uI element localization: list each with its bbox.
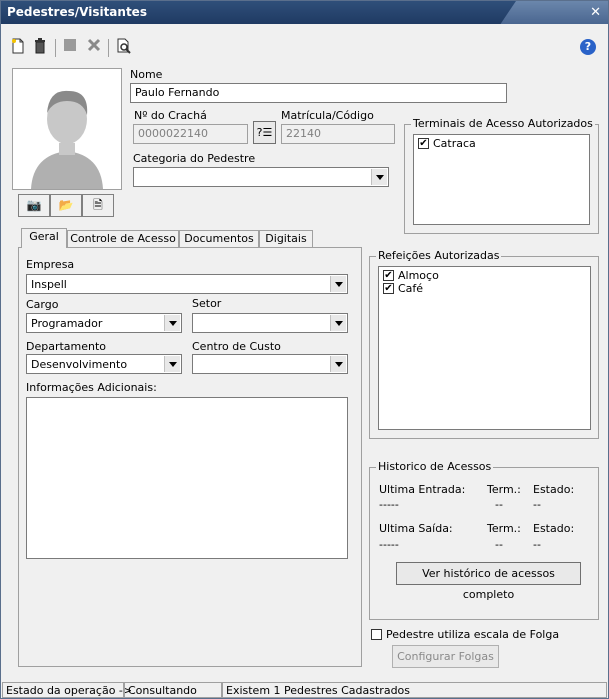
refeicoes-label: Refeições Autorizadas [376, 249, 502, 262]
historico-label: Historico de Acessos [376, 460, 494, 473]
departamento-select[interactable]: Desenvolvimento [26, 354, 182, 374]
status-count: Existem 1 Pedestres Cadastrados [222, 682, 607, 698]
cracha-label: Nº do Crachá [134, 109, 207, 122]
tab-digitais[interactable]: Digitais [259, 230, 313, 247]
centro-custo-select[interactable] [192, 354, 348, 374]
delete-icon[interactable] [31, 38, 49, 56]
chevron-down-icon [371, 169, 387, 185]
status-estado-value: Consultando [124, 682, 222, 698]
nome-label: Nome [130, 68, 163, 81]
title-bar: Pedestres/Visitantes ✕ [1, 1, 608, 24]
cancel-icon[interactable] [85, 38, 103, 56]
help-icon[interactable]: ? [580, 39, 596, 55]
pedestres-window: Pedestres/Visitantes ✕ ? 📷 📂 🗎 Nome Paul… [0, 0, 609, 699]
entrada-estado-label: Estado: [533, 483, 575, 496]
entrada-label: Ultima Entrada: [379, 483, 466, 496]
folga-checkbox-row[interactable]: Pedestre utiliza escala de Folga [371, 628, 559, 641]
chevron-down-icon [330, 276, 346, 292]
info-label: Informações Adicionais: [26, 381, 157, 394]
saida-term-label: Term.: [487, 522, 521, 535]
empresa-label: Empresa [26, 258, 75, 271]
tab-panel-geral: Empresa Inspell Cargo Programador Setor … [18, 247, 362, 667]
toolbar: ? [1, 25, 608, 65]
historico-group: Historico de Acessos Ultima Entrada: Ter… [369, 460, 599, 620]
folder-icon: 📂 [58, 198, 74, 212]
matricula-label: Matrícula/Código [281, 109, 374, 122]
badge-lookup-icon: ?☰ [256, 126, 273, 139]
categoria-select[interactable] [133, 167, 389, 187]
chevron-down-icon [330, 356, 346, 372]
erase-doc-icon: 🗎 [93, 198, 103, 212]
saida-value: ----- [379, 538, 399, 551]
entrada-estado-value: -- [533, 498, 541, 511]
categoria-label: Categoria do Pedestre [133, 152, 256, 165]
setor-select[interactable] [192, 313, 348, 333]
cracha-input[interactable]: 0000022140 [133, 124, 248, 144]
setor-label: Setor [192, 297, 222, 310]
search-doc-icon[interactable] [115, 38, 133, 56]
folga-checkbox[interactable] [371, 628, 382, 640]
saida-term-value: -- [495, 538, 503, 551]
save-icon[interactable] [61, 38, 79, 56]
window-title: Pedestres/Visitantes [7, 5, 147, 19]
person-photo [12, 68, 122, 190]
tab-controle-acesso[interactable]: Controle de Acesso [67, 230, 179, 247]
camera-button[interactable]: 📷 [18, 194, 50, 217]
refeicao-item-cafe[interactable]: ✔ Café [383, 282, 423, 296]
terminal-item-catraca[interactable]: ✔ Catraca [418, 137, 476, 151]
saida-label: Ultima Saída: [379, 522, 453, 535]
departamento-label: Departamento [26, 340, 107, 353]
clear-photo-button[interactable]: 🗎 [82, 194, 114, 217]
entrada-value: ----- [379, 498, 399, 511]
historico-completo-button[interactable]: Ver histórico de acessos completo [396, 562, 581, 601]
camera-icon: 📷 [26, 198, 42, 212]
cargo-label: Cargo [26, 298, 59, 311]
matricula-input[interactable]: 22140 [281, 124, 395, 144]
chevron-down-icon [330, 315, 346, 331]
terminais-label: Terminais de Acesso Autorizados [411, 117, 595, 130]
entrada-term-label: Term.: [487, 483, 521, 496]
refeicoes-group: Refeições Autorizadas ✔ Almoço ✔ Café [369, 249, 599, 439]
entrada-term-value: -- [495, 498, 503, 511]
close-icon[interactable]: ✕ [590, 5, 601, 20]
tab-geral[interactable]: Geral [21, 228, 67, 248]
refeicao-item-almoco[interactable]: ✔ Almoço [383, 269, 439, 283]
checkbox[interactable]: ✔ [383, 269, 394, 281]
terminais-list: ✔ Catraca [413, 134, 590, 225]
configurar-folgas-button[interactable]: Configurar Folgas [392, 645, 499, 668]
checkbox[interactable]: ✔ [383, 282, 394, 294]
cargo-select[interactable]: Programador [26, 313, 182, 333]
terminais-group: Terminais de Acesso Autorizados ✔ Catraca [404, 117, 599, 234]
saida-estado-value: -- [533, 538, 541, 551]
cracha-lookup-button[interactable]: ?☰ [253, 121, 276, 144]
new-doc-icon[interactable] [9, 38, 27, 56]
chevron-down-icon [164, 356, 180, 372]
nome-input[interactable]: Paulo Fernando [130, 83, 507, 103]
open-folder-button[interactable]: 📂 [50, 194, 82, 217]
status-bar: Estado da operação -> Consultando Existe… [1, 681, 608, 699]
centro-custo-label: Centro de Custo [192, 340, 281, 353]
status-estado-label: Estado da operação -> [2, 682, 132, 698]
chevron-down-icon [164, 315, 180, 331]
tab-documentos[interactable]: Documentos [179, 230, 259, 247]
saida-estado-label: Estado: [533, 522, 575, 535]
empresa-select[interactable]: Inspell [26, 274, 348, 294]
checkbox[interactable]: ✔ [418, 137, 429, 149]
info-textarea[interactable] [26, 397, 348, 559]
refeicoes-list: ✔ Almoço ✔ Café [378, 266, 591, 430]
